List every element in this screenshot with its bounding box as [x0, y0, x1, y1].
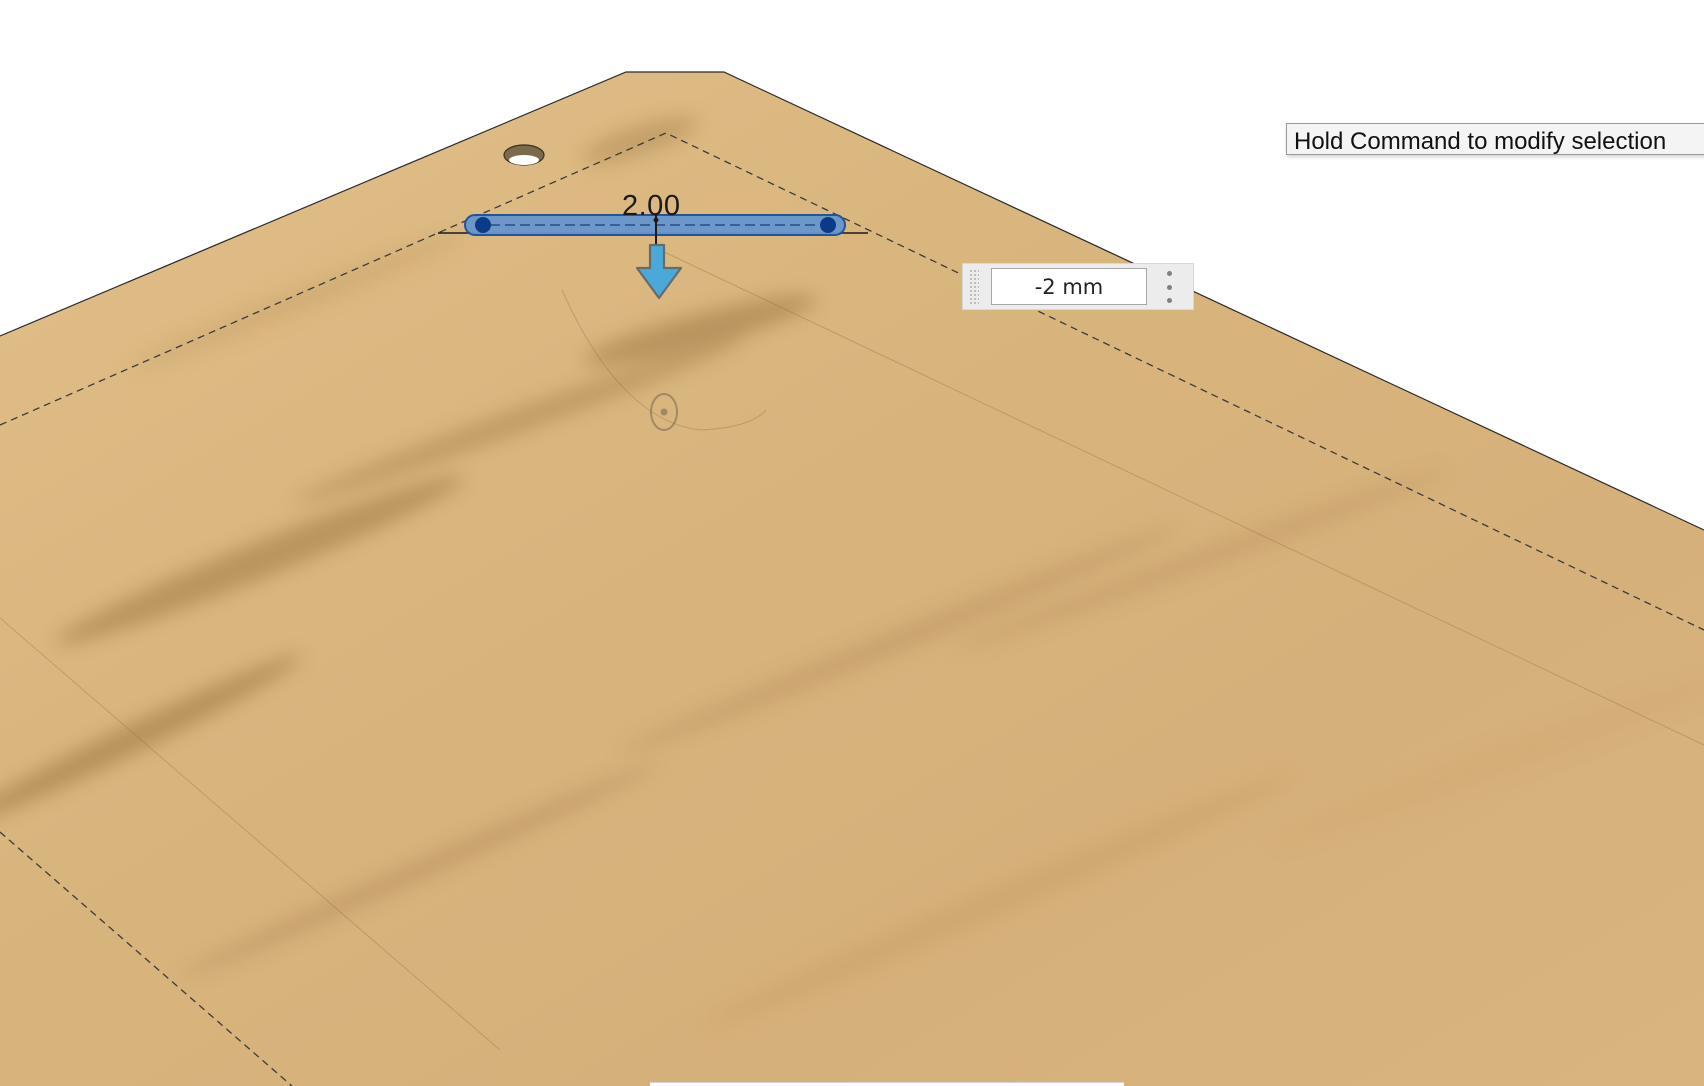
drag-grip-icon[interactable]: [969, 269, 979, 304]
more-options-dot: [1166, 271, 1172, 276]
hole[interactable]: [503, 144, 545, 166]
more-options-dot: [1166, 298, 1172, 303]
dimension-label: 2.00: [622, 190, 681, 222]
dimension-input-box: [962, 263, 1194, 310]
bottom-panel-edge: [650, 1082, 1124, 1086]
selection-tooltip: Hold Command to modify selection: [1286, 123, 1704, 155]
model-scene[interactable]: [0, 0, 1704, 1086]
3d-viewport[interactable]: 2.00 Hold Command to modify selection: [0, 0, 1704, 1086]
more-options-dot: [1166, 284, 1172, 290]
dimension-input[interactable]: [991, 268, 1147, 305]
more-options-icon[interactable]: [1161, 271, 1177, 303]
wood-board[interactable]: [0, 71, 1704, 1086]
